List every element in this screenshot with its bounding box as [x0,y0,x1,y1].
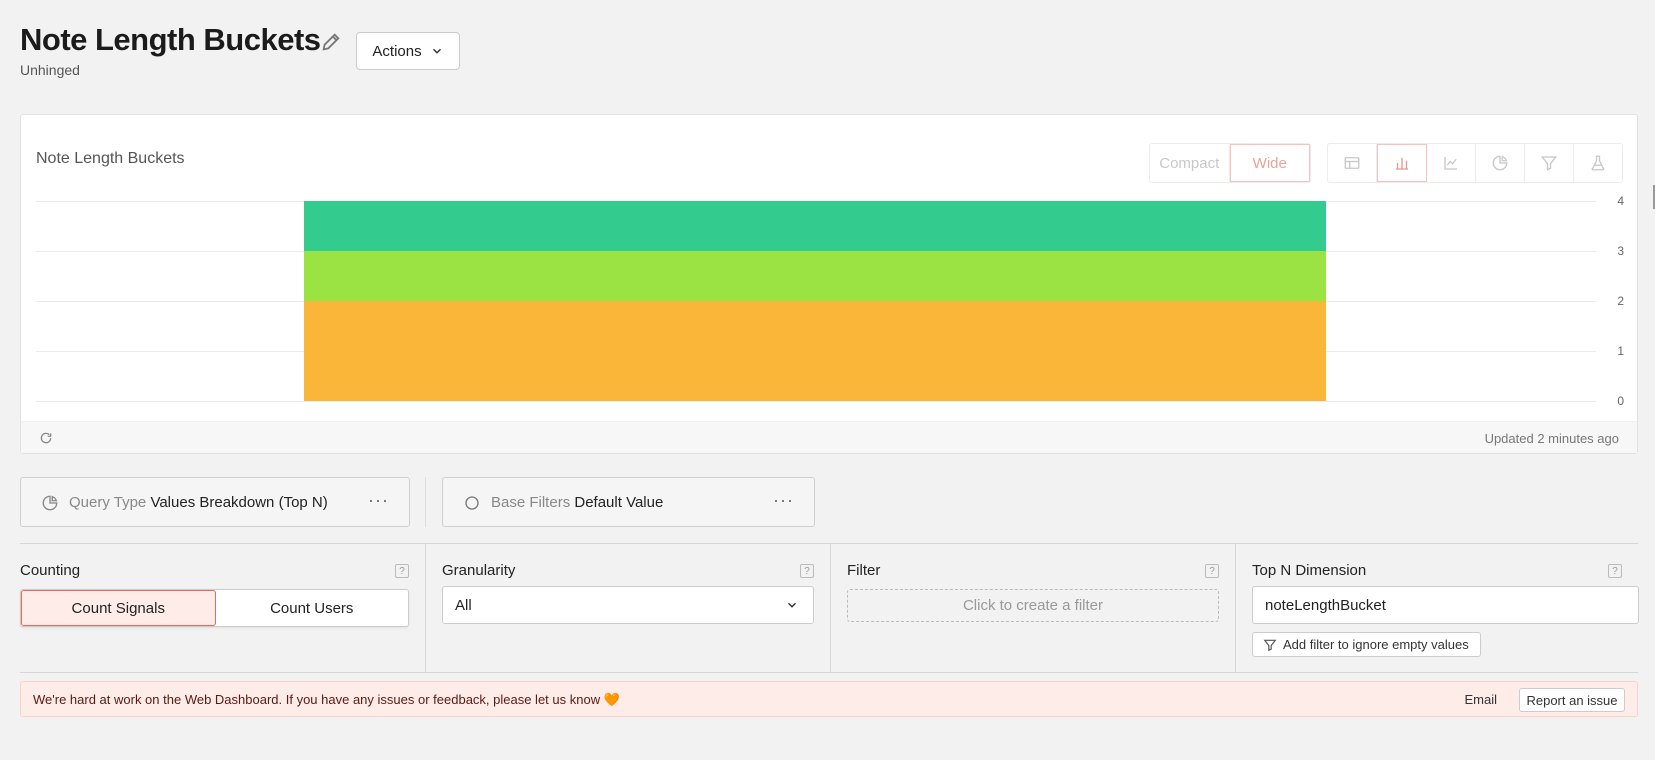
bar-segment-0[interactable] [304,301,1326,401]
top-n-label: Top N Dimension [1252,562,1367,579]
chart-title: Note Length Buckets [36,150,185,167]
pie-chart-icon [41,494,59,512]
granularity-select[interactable]: All [442,586,814,624]
updated-timestamp: Updated 2 minutes ago [1484,431,1619,446]
help-icon[interactable]: ? [800,564,814,578]
ignore-empty-values-button[interactable]: Add filter to ignore empty values [1252,632,1481,657]
top-n-section: Top N Dimension ? noteLengthBucket Add f… [1235,544,1639,672]
page-subtitle: Unhinged [20,62,80,78]
base-filters-pill[interactable]: Base Filters Default Value ··· [442,477,815,527]
counting-toggle: Count Signals Count Users [20,589,409,627]
compact-layout-button[interactable]: Compact [1150,144,1230,182]
line-chart-icon [1444,157,1457,170]
chart-type-line[interactable] [1427,144,1476,182]
y-tick-label: 0 [1617,394,1624,408]
wide-layout-button[interactable]: Wide [1229,144,1310,182]
help-icon[interactable]: ? [1608,564,1622,578]
gridline [36,401,1596,402]
chevron-down-icon [787,602,797,608]
actions-button[interactable]: Actions [356,32,460,70]
chart-card: Note Length Buckets Compact Wide 4 3 2 1 0 U… [20,114,1638,454]
top-n-dimension-input[interactable]: noteLengthBucket [1252,586,1639,624]
circle-icon [463,494,481,512]
create-filter-button[interactable]: Click to create a filter [847,589,1219,622]
query-controls: Counting ? Count Signals Count Users Gra… [20,543,1639,673]
bar-chart-plot: 4 3 2 1 0 [36,194,1624,408]
experiment-icon [1591,155,1605,171]
actions-label: Actions [372,42,422,60]
chart-type-pie[interactable] [1476,144,1525,182]
page-header: Note Length Buckets Unhinged Actions [20,22,540,82]
table-icon [1344,157,1360,169]
query-type-pill[interactable]: Query Type Values Breakdown (Top N) ··· [20,477,410,527]
funnel-icon [1263,639,1277,652]
chart-type-experiment[interactable] [1574,144,1622,182]
granularity-label: Granularity [442,562,516,579]
count-signals-button[interactable]: Count Signals [21,590,216,626]
refresh-icon[interactable] [39,431,53,445]
base-filters-value: Default Value [574,493,664,511]
granularity-value: All [455,596,472,614]
bar-segment-1[interactable] [304,251,1326,301]
feedback-banner: We're hard at work on the Web Dashboard.… [20,681,1638,717]
more-options-icon[interactable]: ··· [773,490,794,511]
pie-chart-icon [1492,155,1508,171]
layout-toggle: Compact Wide [1149,143,1311,183]
base-filters-label: Base Filters [491,493,571,511]
query-type-value: Values Breakdown (Top N) [150,493,328,511]
banner-message: We're hard at work on the Web Dashboard.… [33,692,620,707]
page-title: Note Length Buckets [20,22,321,57]
ignore-empty-values-label: Add filter to ignore empty values [1283,637,1469,652]
chart-type-table[interactable] [1328,144,1377,182]
y-tick-label: 1 [1617,344,1624,358]
y-tick-label: 3 [1617,244,1624,258]
counting-section: Counting ? Count Signals Count Users [20,544,425,672]
y-tick-label: 2 [1617,294,1624,308]
edit-pencil-icon[interactable] [320,31,342,53]
chart-type-funnel[interactable] [1525,144,1574,182]
filter-label: Filter [847,562,881,579]
divider [425,477,426,527]
counting-label: Counting [20,562,81,579]
report-issue-button[interactable]: Report an issue [1519,688,1625,712]
help-icon[interactable]: ? [395,564,409,578]
chart-type-bar[interactable] [1377,144,1427,182]
filter-section: Filter ? Click to create a filter [830,544,1235,672]
chart-type-toggle [1327,143,1623,183]
query-type-label: Query Type [69,493,147,511]
bar-chart-icon [1396,157,1408,170]
more-options-icon[interactable]: ··· [368,490,389,511]
funnel-icon [1540,156,1558,171]
chevron-down-icon [432,48,441,54]
count-users-button[interactable]: Count Users [216,590,409,626]
y-tick-label: 4 [1617,194,1624,208]
chart-footer: Updated 2 minutes ago [21,421,1637,453]
granularity-section: Granularity ? All [425,544,830,672]
help-icon[interactable]: ? [1205,564,1219,578]
bar-segment-2[interactable] [304,201,1326,251]
email-link[interactable]: Email [1464,692,1497,707]
